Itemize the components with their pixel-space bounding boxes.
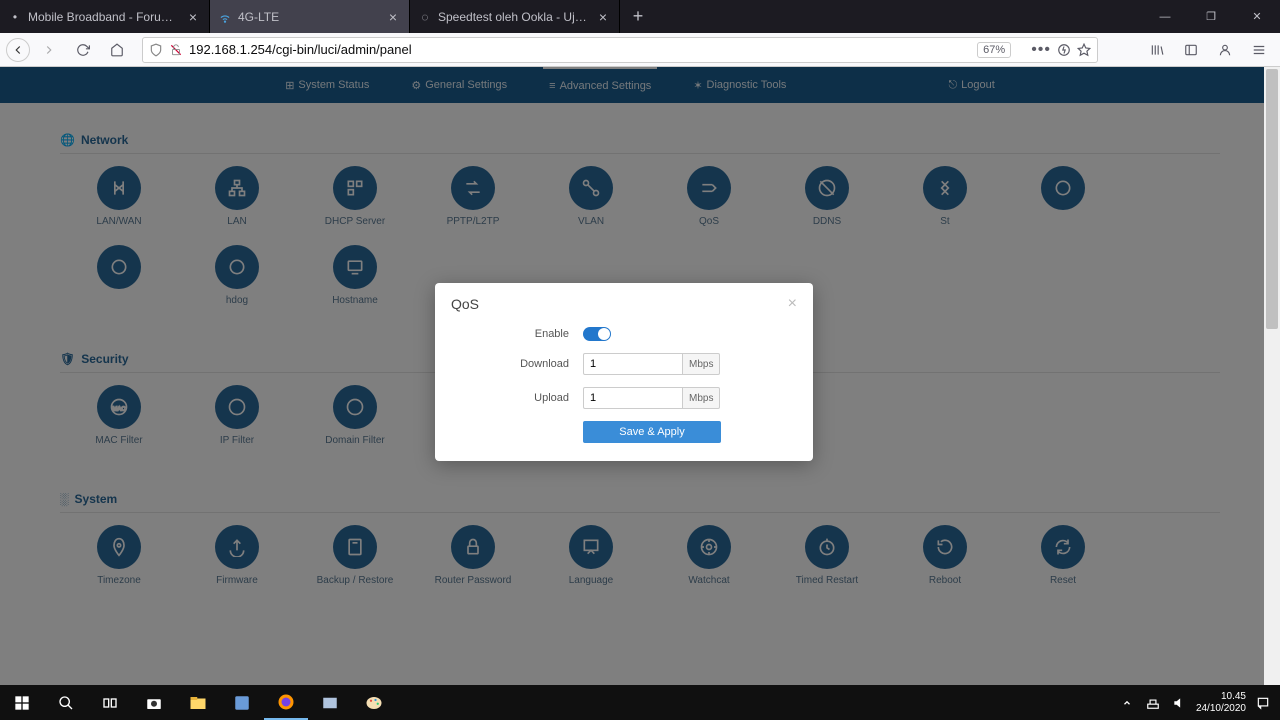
scroll-thumb[interactable] <box>1266 69 1278 329</box>
tab-favicon: ◌ <box>418 10 432 24</box>
back-button[interactable] <box>6 38 30 62</box>
tab-favicon: • <box>8 10 22 24</box>
bookmark-icon[interactable] <box>1077 43 1091 57</box>
app-icon[interactable] <box>220 685 264 720</box>
zoom-indicator[interactable]: 67% <box>977 42 1011 58</box>
tray-network-icon[interactable] <box>1144 694 1162 712</box>
reload-button[interactable] <box>68 35 98 65</box>
upload-label: Upload <box>475 392 583 404</box>
shield-icon[interactable] <box>149 43 163 57</box>
home-button[interactable] <box>102 35 132 65</box>
download-label: Download <box>475 358 583 370</box>
insecure-icon[interactable] <box>169 43 183 57</box>
url-bar[interactable]: 192.168.1.254/cgi-bin/luci/admin/panel 6… <box>142 37 1098 63</box>
upload-input[interactable] <box>583 387 683 409</box>
url-text: 192.168.1.254/cgi-bin/luci/admin/panel <box>189 42 971 57</box>
save-apply-button[interactable]: Save & Apply <box>583 421 721 443</box>
tab-title: Mobile Broadband - Forum | KA <box>28 10 179 24</box>
forward-button[interactable] <box>34 35 64 65</box>
scrollbar[interactable] <box>1264 67 1280 685</box>
more-icon[interactable]: ••• <box>1031 41 1051 59</box>
sidebar-icon[interactable] <box>1176 35 1206 65</box>
taskbar-clock[interactable]: 10.45 24/10/2020 <box>1196 691 1246 715</box>
library-icon[interactable] <box>1142 35 1172 65</box>
paint-app[interactable] <box>352 685 396 720</box>
menu-icon[interactable] <box>1244 35 1274 65</box>
tray-chevron-icon[interactable] <box>1118 694 1136 712</box>
notifications-icon[interactable] <box>1254 694 1272 712</box>
download-input[interactable] <box>583 353 683 375</box>
security-icon[interactable] <box>1057 43 1071 57</box>
account-icon[interactable] <box>1210 35 1240 65</box>
browser-toolbar: 192.168.1.254/cgi-bin/luci/admin/panel 6… <box>0 33 1280 67</box>
browser-tab[interactable]: • Mobile Broadband - Forum | KA × <box>0 0 210 33</box>
app-icon2[interactable] <box>308 685 352 720</box>
minimize-button[interactable]: — <box>1142 0 1188 33</box>
taskbar: 10.45 24/10/2020 <box>0 685 1280 720</box>
close-window-button[interactable]: ✕ <box>1234 0 1280 33</box>
unit-label: Mbps <box>683 353 720 375</box>
wifi-icon <box>218 10 232 24</box>
camera-app[interactable] <box>132 685 176 720</box>
browser-tab-active[interactable]: 4G-LTE × <box>210 0 410 33</box>
firefox-app[interactable] <box>264 685 308 720</box>
search-button[interactable] <box>44 685 88 720</box>
close-icon[interactable]: × <box>385 9 401 25</box>
modal-title: QoS <box>451 296 479 312</box>
unit-label: Mbps <box>683 387 720 409</box>
new-tab-button[interactable]: + <box>624 3 652 31</box>
tab-title: 4G-LTE <box>238 10 379 24</box>
task-view-button[interactable] <box>88 685 132 720</box>
browser-tab[interactable]: ◌ Speedtest oleh Ookla - Uji Kece × <box>410 0 620 33</box>
explorer-app[interactable] <box>176 685 220 720</box>
maximize-button[interactable]: ❐ <box>1188 0 1234 33</box>
tray-volume-icon[interactable] <box>1170 694 1188 712</box>
start-button[interactable] <box>0 685 44 720</box>
qos-modal: QoS × Enable Download Mbps Upload Mbps <box>435 283 813 461</box>
close-icon[interactable]: × <box>595 9 611 25</box>
enable-label: Enable <box>475 328 583 340</box>
enable-toggle[interactable] <box>583 327 611 341</box>
browser-tab-strip: • Mobile Broadband - Forum | KA × 4G-LTE… <box>0 0 1280 33</box>
modal-close-button[interactable]: × <box>788 295 797 313</box>
close-icon[interactable]: × <box>185 9 201 25</box>
tab-title: Speedtest oleh Ookla - Uji Kece <box>438 10 589 24</box>
